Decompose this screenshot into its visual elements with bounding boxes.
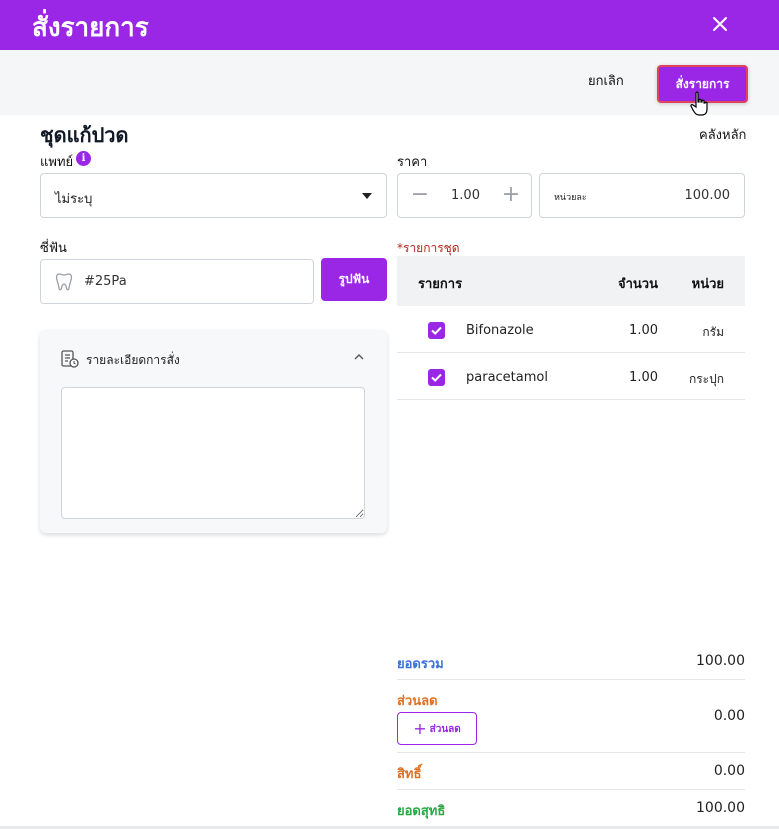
table-header: รายการ จำนวน หน่วย <box>397 256 745 306</box>
action-bar: ยกเลิก สั่งรายการ <box>0 50 779 115</box>
checkbox-checked-icon[interactable] <box>428 369 445 386</box>
add-discount-label: ส่วนลด <box>429 724 461 735</box>
row-unit: กรัม <box>702 325 724 339</box>
row-qty: 1.00 <box>629 370 658 385</box>
header-item: รายการ <box>418 277 463 292</box>
doctor-label: แพทย์ <box>40 155 74 170</box>
divider <box>397 789 745 790</box>
add-discount-button[interactable]: + ส่วนลด <box>397 712 477 745</box>
plus-icon: + <box>413 719 427 738</box>
items-table: รายการ จำนวน หน่วย Bifonazole 1.00 กรัม … <box>397 256 745 400</box>
order-detail-card: รายละเอียดการสั่ง <box>40 330 387 533</box>
caret-down-icon <box>362 193 372 199</box>
set-name: ชุดแก้ปวด <box>40 123 129 147</box>
row-qty: 1.00 <box>629 323 658 338</box>
checkbox-checked-icon[interactable] <box>428 322 445 339</box>
document-icon <box>61 350 79 368</box>
total-value: 100.00 <box>696 653 745 669</box>
net-label: ยอดสุทธิ <box>397 804 446 819</box>
total-label: ยอดรวม <box>397 657 444 672</box>
doctor-select-value: ไม่ระบุ <box>55 192 93 207</box>
unit-price-field[interactable]: หน่วยละ 100.00 <box>539 173 745 218</box>
info-icon[interactable]: i <box>76 151 91 166</box>
quantity-stepper[interactable]: − 1.00 + <box>397 173 532 218</box>
net-value: 100.00 <box>696 800 745 816</box>
unit-price-label: หน่วยละ <box>554 193 587 203</box>
price-label: ราคา <box>397 155 428 170</box>
divider <box>397 752 745 753</box>
close-icon[interactable] <box>706 10 734 38</box>
header-qty: จำนวน <box>618 277 658 292</box>
hand-cursor-icon <box>690 91 708 116</box>
discount-label: ส่วนลด <box>397 694 438 709</box>
divider <box>397 679 745 680</box>
plus-icon[interactable]: + <box>501 184 521 206</box>
row-unit: กระปุก <box>688 372 724 386</box>
header-unit: หน่วย <box>691 277 724 292</box>
modal-title: สั่งรายการ <box>32 13 149 43</box>
tooth-input[interactable]: #25Pa <box>40 259 314 304</box>
row-name: paracetamol <box>466 370 548 385</box>
tooth-chart-button[interactable]: รูปฟัน <box>321 258 387 301</box>
modal-header: สั่งรายการ <box>0 0 779 50</box>
cancel-button[interactable]: ยกเลิก <box>588 70 624 91</box>
rights-label: สิทธิ์ <box>397 767 422 782</box>
tooth-icon <box>55 273 73 291</box>
table-row: paracetamol 1.00 กระปุก <box>397 353 745 400</box>
tooth-label: ซี่ฟัน <box>40 241 67 256</box>
rights-value: 0.00 <box>713 763 745 779</box>
tooth-value: #25Pa <box>84 274 127 289</box>
chevron-up-icon[interactable] <box>352 352 366 362</box>
order-detail-label: รายละเอียดการสั่ง <box>86 353 180 367</box>
doctor-select[interactable]: ไม่ระบุ <box>40 173 387 218</box>
order-detail-textarea[interactable] <box>61 387 365 519</box>
warehouse-label: คลังหลัก <box>699 128 747 143</box>
discount-value: 0.00 <box>713 708 745 724</box>
unit-price-value[interactable]: 100.00 <box>685 188 731 203</box>
table-row: Bifonazole 1.00 กรัม <box>397 306 745 353</box>
row-name: Bifonazole <box>466 323 534 338</box>
